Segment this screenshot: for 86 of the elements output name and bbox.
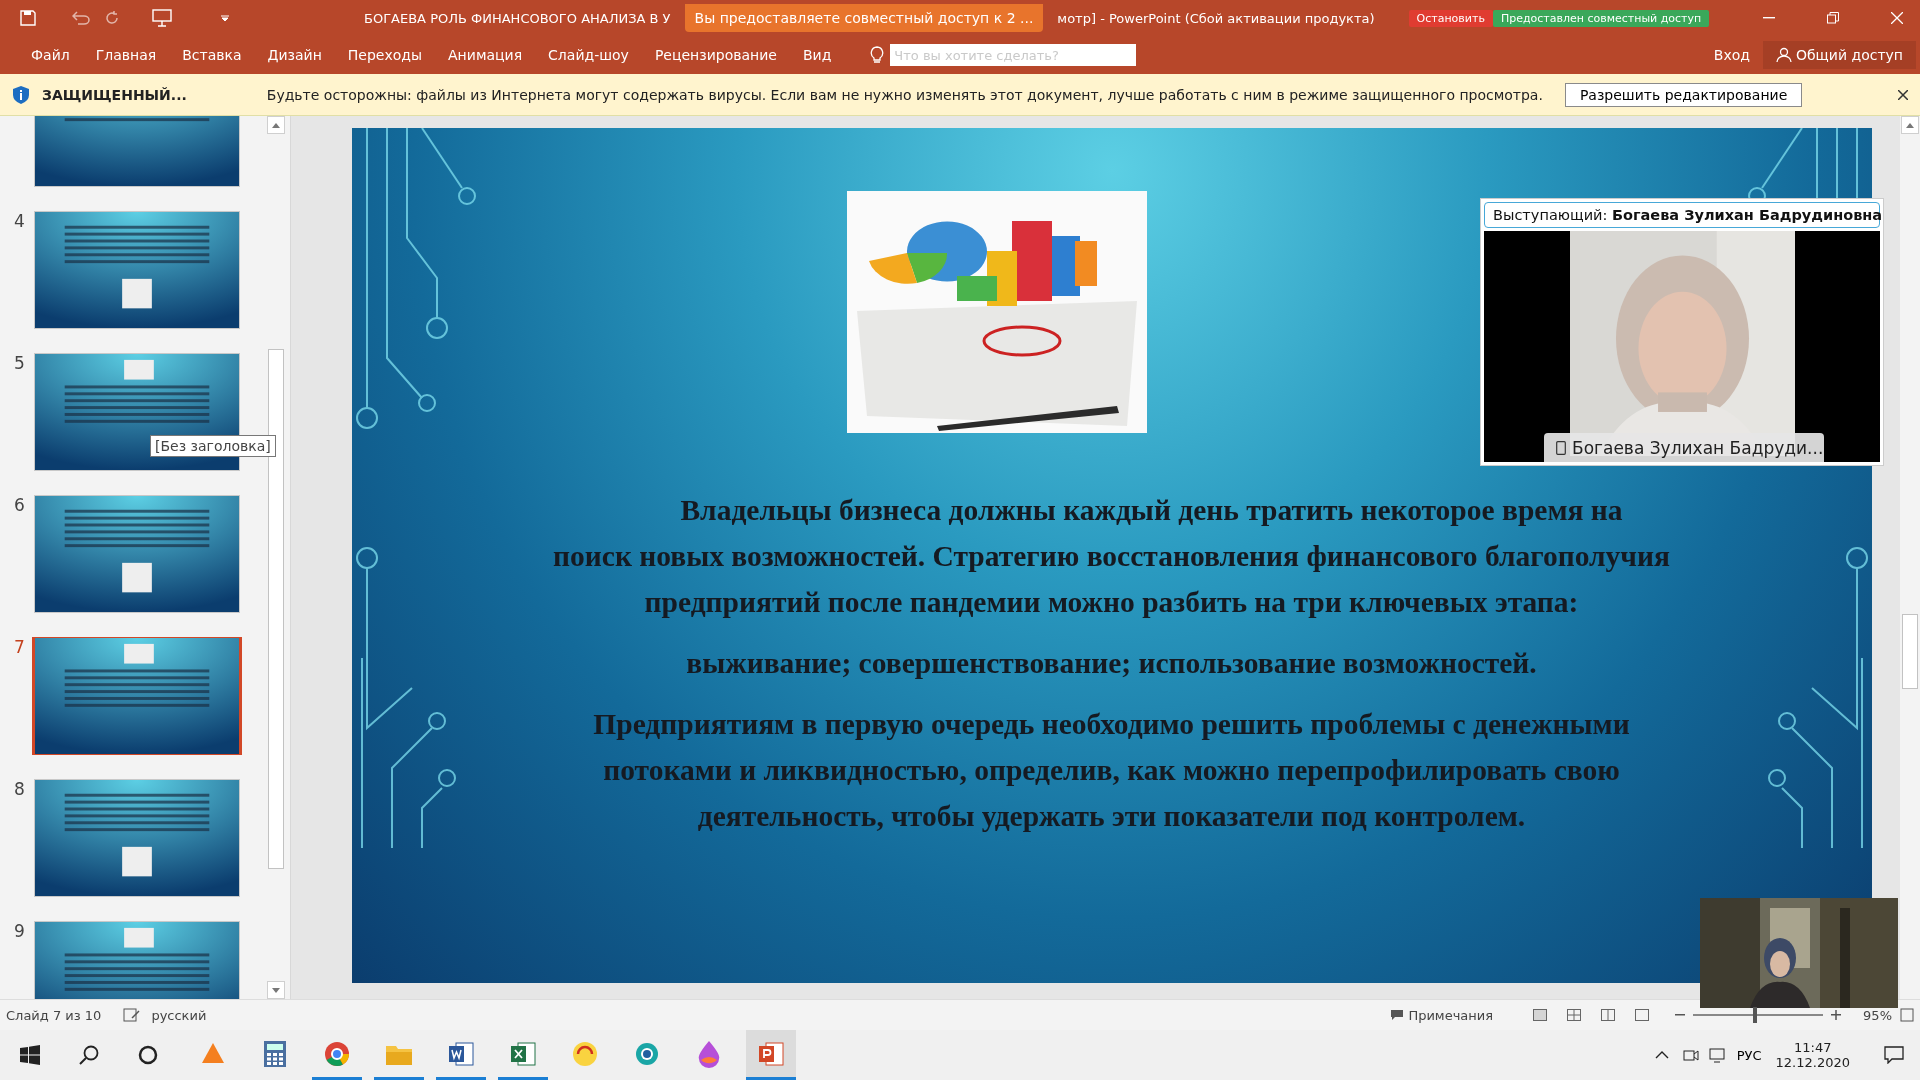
- protected-view-title: ЗАЩИЩЕННЫЙ...: [42, 86, 187, 103]
- notes-button[interactable]: Примечания: [1408, 1007, 1494, 1023]
- zoom-level[interactable]: 95%: [1863, 1007, 1892, 1023]
- slide-text-line: Предприятиям в первую очередь необходимо решить проблемы с денежными: [593, 707, 1630, 742]
- scroll-up-icon[interactable]: [267, 116, 285, 134]
- undo-icon[interactable]: [72, 11, 90, 25]
- scroll-down-icon[interactable]: [267, 981, 285, 999]
- zoom-in-icon[interactable]: [1831, 1010, 1842, 1020]
- ribbon-tab[interactable]: Главная: [82, 41, 170, 69]
- enable-editing-button[interactable]: Разрешить редактирование: [1564, 82, 1803, 107]
- ribbon-tab[interactable]: Слайд-шоу: [535, 41, 642, 69]
- normal-view-icon[interactable]: [1533, 1009, 1548, 1021]
- reading-view-icon[interactable]: [1601, 1009, 1616, 1021]
- slide-thumbnail[interactable]: [32, 637, 242, 755]
- slide-number: 5: [13, 353, 26, 373]
- network-icon[interactable]: [1708, 1047, 1727, 1063]
- grid-view-icon[interactable]: [1567, 1009, 1582, 1021]
- sharing-status-button[interactable]: Предоставлен совместный доступ: [1492, 9, 1710, 27]
- browser-icon: [324, 1040, 350, 1067]
- share-button[interactable]: Общий доступ: [1762, 41, 1916, 69]
- spellcheck-icon[interactable]: [123, 1008, 142, 1022]
- slide-number: 4: [13, 211, 26, 231]
- slide-thumbnail[interactable]: [34, 779, 240, 897]
- slide-thumbnail[interactable]: [34, 495, 240, 613]
- slide-text-line: предприятий после пандемии можно разбить на три ключевых этапа:: [644, 585, 1579, 620]
- taskbar-app[interactable]: [746, 1030, 796, 1080]
- ribbon-tab[interactable]: Переходы: [334, 41, 436, 69]
- slide-text-line: деятельность, чтобы удержать эти показатели под контролем.: [697, 799, 1526, 834]
- lightbulb-icon: [870, 46, 885, 64]
- tooltip: [Без заголовка]: [150, 435, 276, 457]
- document-icon: [448, 1040, 474, 1067]
- slide-number: 9: [13, 921, 26, 941]
- sharing-banner[interactable]: Вы предоставляете совместный доступ к 2 ...: [684, 4, 1044, 32]
- slide-text-line: Владельцы бизнеса должны каждый день тратить некоторое время на: [679, 493, 1623, 528]
- chevron-up-icon[interactable]: [1654, 1051, 1669, 1059]
- ring-icon: [634, 1040, 660, 1067]
- spreadsheet-icon: [510, 1040, 536, 1067]
- start-icon[interactable]: [20, 1045, 40, 1065]
- slideshow-icon[interactable]: [152, 9, 172, 27]
- close-icon[interactable]: [1898, 89, 1908, 100]
- search-icon[interactable]: [79, 1045, 99, 1065]
- redo-icon[interactable]: [104, 10, 120, 26]
- ribbon-tab[interactable]: Вид: [789, 41, 845, 69]
- sign-in-link[interactable]: Вход: [1700, 41, 1763, 69]
- scrollbar-thumb[interactable]: [1902, 614, 1918, 689]
- camera-icon[interactable]: [1682, 1048, 1699, 1062]
- scroll-up-icon[interactable]: [1901, 116, 1919, 134]
- zoom-slider-thumb[interactable]: [1753, 1007, 1758, 1023]
- restore-icon[interactable]: [1827, 12, 1839, 24]
- clock-date[interactable]: 12.12.2020: [1775, 1055, 1850, 1070]
- input-language[interactable]: РУС: [1736, 1047, 1762, 1063]
- circle-icon[interactable]: [138, 1045, 158, 1065]
- ribbon-tab[interactable]: Анимация: [435, 41, 536, 69]
- phone-icon: [1556, 440, 1566, 455]
- language-indicator[interactable]: русский: [151, 1007, 207, 1023]
- notification-icon[interactable]: [1884, 1046, 1904, 1064]
- arc-circle-icon: [572, 1040, 598, 1067]
- shield-icon: [12, 84, 30, 105]
- slide-counter: Слайд 7 из 10: [6, 1007, 102, 1023]
- ribbon-tab[interactable]: Файл: [18, 41, 83, 69]
- calculator-icon: [264, 1040, 286, 1067]
- stop-sharing-button[interactable]: Остановить: [1408, 9, 1493, 27]
- dropdown-icon[interactable]: [220, 14, 230, 22]
- slide-number: 6: [13, 495, 26, 515]
- slideshow-view-icon[interactable]: [1635, 1009, 1650, 1021]
- ribbon-tab[interactable]: Вставка: [169, 41, 255, 69]
- slide-thumbnail[interactable]: [34, 211, 240, 329]
- clock-time[interactable]: 11:47: [1794, 1040, 1832, 1055]
- minimize-icon[interactable]: [1763, 17, 1775, 19]
- scrollbar-thumb[interactable]: [268, 349, 284, 869]
- slide-text-line: потоками и ликвидностью, определив, как можно перепрофилировать свою: [603, 753, 1620, 788]
- ribbon-tab[interactable]: Рецензирование: [641, 41, 790, 69]
- presentation-icon: [758, 1040, 784, 1067]
- slide-number: 7: [13, 637, 26, 657]
- ribbon-tab[interactable]: Дизайн: [254, 41, 335, 69]
- save-icon[interactable]: [20, 10, 36, 26]
- slide-text-line: выживание; совершенствование; использование возможностей.: [686, 646, 1537, 681]
- person-icon: [1775, 47, 1792, 63]
- slide-text-line: поиск новых возможностей. Стратегию восстановления финансового благополучия: [553, 539, 1670, 574]
- protected-view-message: Будьте осторожны: файлы из Интернета могут содержать вирусы. Если вам не нужно изменять этот документ, лучше работать с ним в режиме защищенного просмотра.: [266, 86, 1543, 103]
- comment-icon: [1390, 1009, 1405, 1021]
- window-title: мотр] - PowerPoint (Сбой активации продукта): [1057, 10, 1375, 26]
- drop-icon: [697, 1039, 721, 1068]
- window-title: БОГАЕВА РОЛЬ ФИНАНСОВОГО АНАЛИЗА В У: [364, 10, 671, 26]
- participant-name: Богаева Зулихан Бадруди...: [1544, 433, 1824, 462]
- slide-number: 8: [13, 779, 26, 799]
